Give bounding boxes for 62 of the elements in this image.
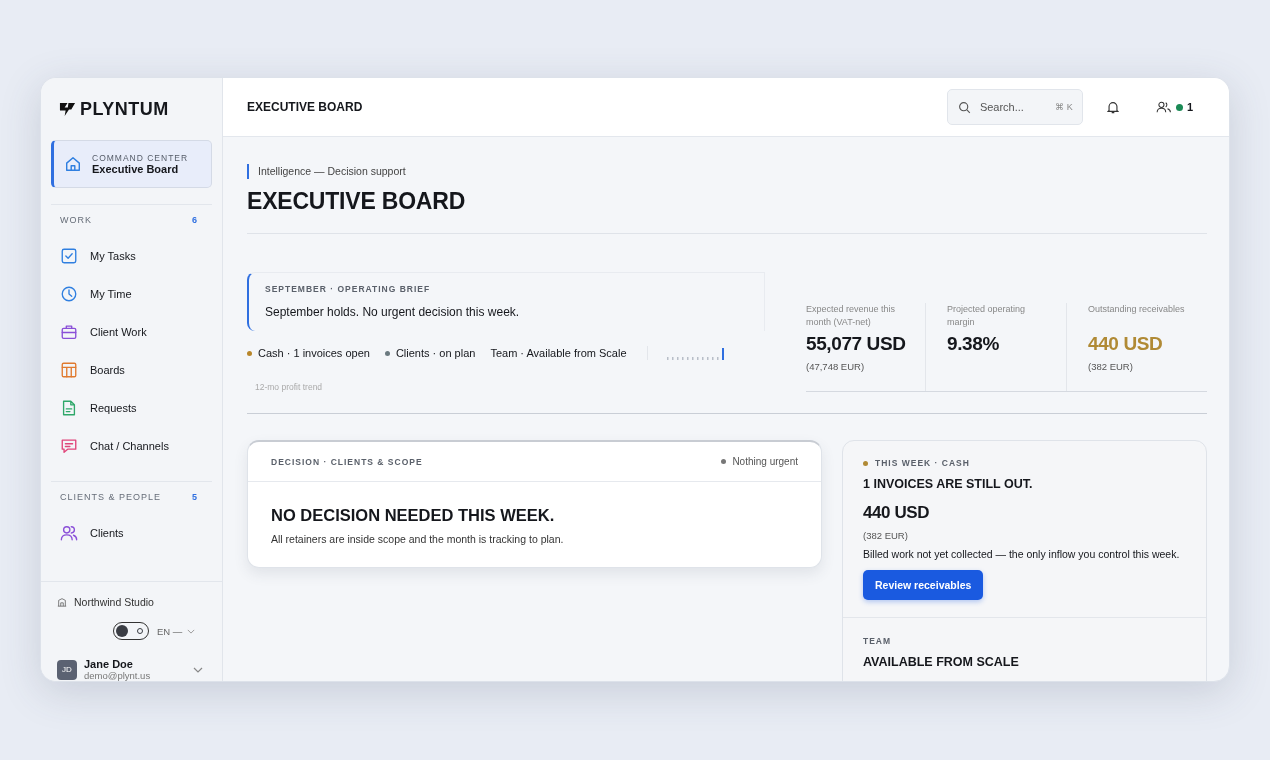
metric-value: 440 USD: [1088, 333, 1164, 355]
section-title: WORK: [60, 215, 92, 225]
chevron-icon: [187, 628, 196, 634]
amount: 440 USD: [863, 503, 930, 523]
building-icon: [57, 597, 67, 607]
metric-subvalue: (382 EUR): [1088, 361, 1134, 372]
language-select[interactable]: EN —: [157, 625, 196, 637]
online-dot: [1175, 103, 1183, 111]
bell-icon[interactable]: [1105, 100, 1120, 114]
metric-label: Projected operating margin: [947, 303, 1027, 329]
shortcut-hint: ⌘ K: [1055, 102, 1073, 112]
header-title: EXECUTIVE BOARD: [247, 100, 364, 114]
metric-value: 55,077 USD: [806, 333, 907, 355]
section-count: 6: [192, 215, 198, 225]
card-title: NO DECISION NEEDED THIS WEEK.: [271, 506, 556, 525]
nav-item[interactable]: Client Work: [51, 313, 212, 351]
amount-subvalue: (382 EUR): [863, 530, 908, 541]
card-eyebrow: THIS WEEK · CASH: [875, 458, 970, 468]
logo-text: PLYNTUM: [80, 98, 169, 120]
nav-item[interactable]: My Tasks: [51, 237, 212, 275]
metric-label: Outstanding receivables: [1088, 303, 1186, 316]
section-title: CLIENTS & PEOPLE: [60, 492, 162, 502]
workspace-name: Northwind Studio: [74, 596, 154, 608]
status-label: Nothing urgent: [732, 456, 798, 467]
card-eyebrow: TEAM: [863, 636, 893, 646]
review-button[interactable]: Review receivables: [863, 570, 984, 600]
people-icon[interactable]: [1155, 101, 1172, 113]
page-eyebrow: Intelligence — Decision support: [247, 164, 406, 179]
status-dot: [863, 460, 868, 466]
home-icon: [64, 155, 82, 173]
section-count: 5: [192, 492, 198, 502]
nav-item[interactable]: Boards: [51, 351, 212, 389]
card-text: Billed work not yet collected — the only inflow you control this week.: [863, 548, 1180, 560]
nav-item[interactable]: Requests: [51, 389, 212, 427]
legend-label: Clients · on plan: [395, 347, 476, 359]
nav-item[interactable]: Chat / Channels: [51, 427, 212, 465]
brief-text: September holds. No urgent decision this week.: [265, 305, 521, 319]
trend-label: 12-mo profit trend: [255, 382, 324, 392]
nav-item[interactable]: My Time: [51, 275, 212, 313]
legend-label: Cash · 1 invoices open: [258, 347, 370, 359]
nav-item[interactable]: Clients: [51, 514, 212, 552]
nav-label: Executive Board: [92, 163, 180, 175]
search-icon: [957, 100, 971, 114]
metric-subvalue: (47,748 EUR): [806, 361, 866, 372]
avatar: JD: [57, 659, 77, 680]
nav-item[interactable]: COMMAND CENTER Executive Board: [51, 140, 212, 188]
user-email: demo@plynt.us: [84, 670, 151, 681]
user-name: Jane Doe: [84, 658, 134, 670]
card-text: All retainers are inside scope and the month is tracking to plan.: [271, 533, 565, 545]
legend-label: Team · Available from Scale: [490, 347, 627, 359]
card-eyebrow: DECISION · CLIENTS & SCOPE: [271, 456, 423, 467]
logo-icon: [58, 100, 77, 118]
page-title: EXECUTIVE BOARD: [247, 188, 467, 215]
nav-eyebrow: COMMAND CENTER: [92, 153, 189, 163]
status-dot: [721, 459, 727, 464]
metric-value: 9.38%: [947, 333, 1000, 355]
metric-label: Expected revenue this month (VAT-net): [806, 303, 897, 329]
chevron-icon[interactable]: [193, 666, 204, 673]
card-title: 1 INVOICES ARE STILL OUT.: [863, 477, 1033, 491]
online-count: 1: [1186, 101, 1193, 113]
card-title: AVAILABLE FROM SCALE: [863, 655, 1020, 669]
brief-eyebrow: SEPTEMBER · OPERATING BRIEF: [265, 284, 432, 294]
